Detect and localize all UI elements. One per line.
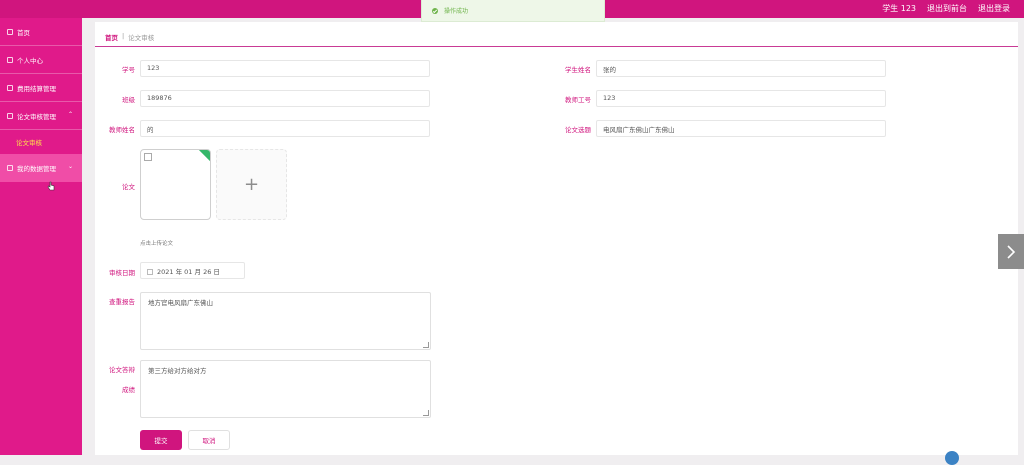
success-toast: 操作成功 [421, 0, 605, 22]
teacher-no-input[interactable]: 123 [596, 90, 886, 107]
teacher-name-label: 教师姓名 [109, 126, 135, 134]
class-input[interactable]: 189876 [140, 90, 430, 107]
upload-hint: 点击上传论文 [140, 241, 174, 247]
upload-add-button[interactable]: + [216, 149, 287, 220]
student-no-input[interactable]: 123 [140, 60, 430, 77]
sidebar-item-home[interactable]: 首页 [0, 18, 82, 46]
chevron-up-icon: ⌃ [67, 111, 73, 118]
file-icon [7, 112, 13, 119]
sidebar-item-label: 首页 [17, 28, 30, 37]
defense-label-line1: 论文答辩 [109, 366, 135, 374]
plagiarism-label: 查重报告 [109, 298, 135, 306]
breadcrumb-separator: | [122, 32, 125, 40]
student-name-input[interactable]: 张的 [596, 60, 886, 77]
uploaded-thesis-card[interactable] [140, 149, 211, 220]
logout-link[interactable]: 退出登录 [978, 3, 1010, 14]
review-date-value: 2021 年 01 月 26 日 [157, 268, 220, 276]
defense-label-line2: 成绩 [122, 386, 135, 394]
sidebar-item-fees[interactable]: 费用结算管理 [0, 74, 82, 102]
breadcrumb-home[interactable]: 首页 [105, 32, 118, 42]
breadcrumb-current: 论文审核 [128, 34, 155, 42]
defense-textarea[interactable]: 第三方给对方给对方 [140, 360, 431, 418]
folder-icon [7, 165, 13, 171]
hand-cursor-icon [47, 181, 55, 191]
review-date-picker[interactable]: 2021 年 01 月 26 日 [140, 262, 245, 279]
sidebar-item-label: 个人中心 [17, 56, 43, 65]
next-page-button[interactable] [998, 234, 1024, 269]
toast-message: 操作成功 [444, 8, 469, 15]
sidebar-subitem-thesis-review[interactable]: 论文审核 [0, 130, 82, 154]
help-bubble-icon[interactable] [945, 451, 959, 465]
sidebar: 首页 个人中心 费用结算管理 论文审核管理 ⌃ 论文审核 我的数据管理 ⌄ [0, 18, 82, 455]
plus-icon: + [243, 174, 260, 195]
chevron-right-icon [1007, 244, 1016, 259]
file-icon [7, 84, 13, 91]
breadcrumb: 首页 | 论文审核 [105, 32, 154, 42]
calendar-icon [147, 269, 153, 275]
broken-image-icon [144, 153, 152, 161]
teacher-no-label: 教师工号 [565, 96, 591, 104]
sidebar-item-profile[interactable]: 个人中心 [0, 46, 82, 74]
thesis-topic-input[interactable]: 电风扇广东佛山广东佛山 [596, 120, 886, 137]
student-no-label: 学号 [122, 66, 135, 74]
current-user: 学生 123 [882, 4, 916, 13]
home-icon [7, 28, 13, 35]
success-corner-icon [196, 150, 210, 164]
class-label: 班级 [122, 96, 135, 104]
plagiarism-text: 地方官电风扇广东佛山 [148, 299, 213, 307]
review-date-label: 审核日期 [109, 269, 135, 277]
check-circle-icon [432, 7, 438, 14]
cancel-button[interactable]: 取消 [188, 430, 230, 450]
plagiarism-textarea[interactable]: 地方官电风扇广东佛山 [140, 292, 431, 350]
chevron-down-icon: ⌄ [67, 163, 73, 170]
sidebar-item-label: 我的数据管理 [17, 165, 56, 173]
defense-text: 第三方给对方给对方 [148, 367, 207, 375]
divider [95, 46, 1018, 47]
back-to-front-link[interactable]: 退出到前台 [927, 3, 967, 14]
sidebar-item-label: 费用结算管理 [17, 84, 56, 93]
student-name-label: 学生姓名 [565, 66, 591, 74]
sidebar-item-label: 论文审核管理 [17, 112, 56, 121]
resize-handle-icon[interactable] [423, 342, 429, 348]
sidebar-item-label: 论文审核 [16, 139, 42, 147]
submit-button[interactable]: 提交 [140, 430, 182, 450]
user-icon [7, 56, 13, 63]
resize-handle-icon[interactable] [423, 410, 429, 416]
teacher-name-input[interactable]: 的 [140, 120, 430, 137]
sidebar-item-my-data[interactable]: 我的数据管理 ⌄ [0, 154, 82, 182]
thesis-label: 论文 [122, 183, 135, 191]
sidebar-item-thesis-review-mgmt[interactable]: 论文审核管理 ⌃ [0, 102, 82, 130]
main-panel: 首页 | 论文审核 学号 123 学生姓名 张的 班级 189876 教师工号 … [95, 22, 1018, 455]
thesis-topic-label: 论文选题 [565, 126, 591, 134]
